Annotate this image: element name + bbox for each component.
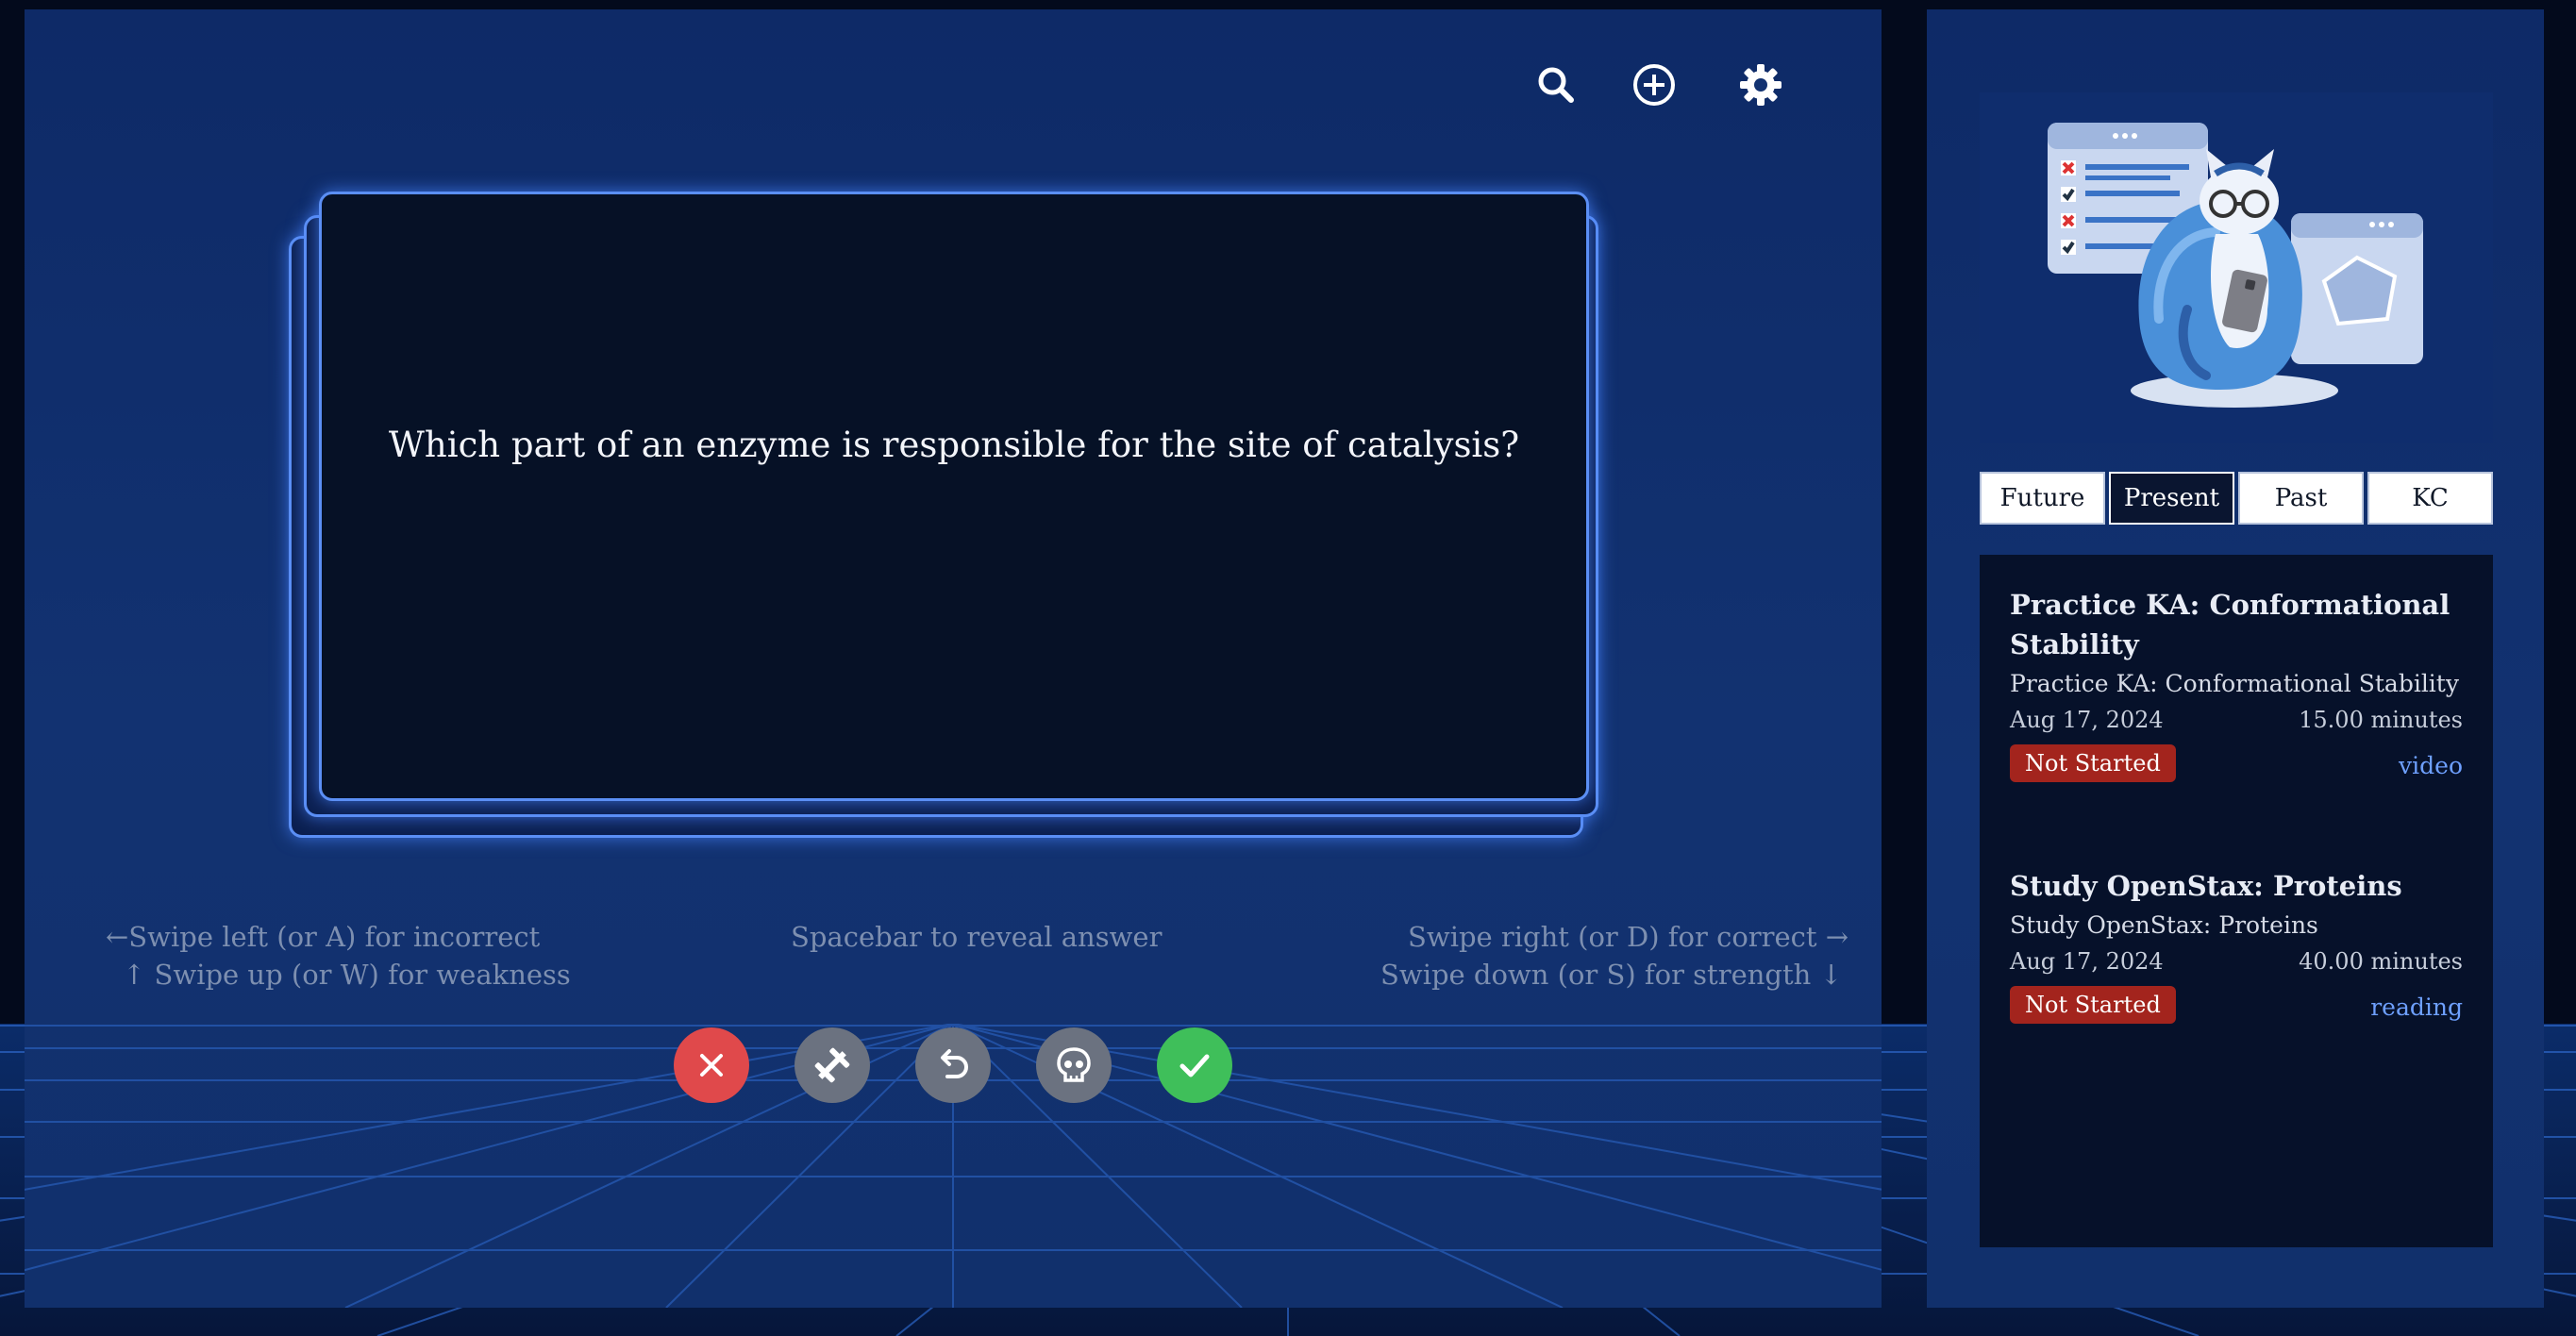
tab-future[interactable]: Future — [1980, 472, 2105, 525]
item-meta: Aug 17, 2024 15.00 minutes — [2010, 707, 2463, 733]
status-badge: Not Started — [2010, 744, 2176, 782]
card-question: Which part of an enzyme is responsible f… — [388, 424, 1520, 465]
item-subtitle: Practice KA: Conformational Stability — [2010, 670, 2459, 697]
undo-icon — [941, 1049, 968, 1078]
item-type-link[interactable]: video — [2399, 752, 2463, 779]
item-title: Study OpenStax: Proteins — [2010, 870, 2402, 902]
item-title: Practice KA: Conformational Stability — [2010, 589, 2451, 660]
hint-swipe-right: Swipe right (or D) for correct → — [1408, 921, 1849, 953]
hint-spacebar: Spacebar to reveal answer — [791, 921, 1163, 953]
status-badge: Not Started — [2010, 986, 2176, 1024]
item-meta: Aug 17, 2024 40.00 minutes — [2010, 948, 2463, 975]
tab-present[interactable]: Present — [2109, 472, 2234, 525]
add-circle-icon[interactable] — [1631, 61, 1678, 109]
task-list: Practice KA: Conformational Stability Pr… — [1980, 555, 2493, 1247]
item-duration: 15.00 minutes — [2299, 707, 2463, 733]
skull-icon — [1057, 1047, 1091, 1082]
schedule-sidebar: Future Present Past KC Practice KA: Conf… — [1927, 9, 2544, 1308]
tab-past[interactable]: Past — [2238, 472, 2364, 525]
item-subtitle: Study OpenStax: Proteins — [2010, 911, 2318, 939]
hint-swipe-left: ←Swipe left (or A) for incorrect — [106, 921, 541, 953]
weakness-button[interactable] — [795, 1027, 870, 1103]
item-date: Aug 17, 2024 — [2010, 948, 2164, 975]
close-icon — [700, 1054, 723, 1077]
flashcard-panel: Which part of an enzyme is responsible f… — [25, 9, 1882, 1308]
study-cat-illustration — [1980, 92, 2493, 443]
dumbbell-icon — [814, 1047, 850, 1083]
gear-icon[interactable] — [1737, 61, 1784, 109]
item-type-link[interactable]: reading — [2370, 994, 2463, 1021]
list-item[interactable]: Study OpenStax: Proteins Study OpenStax:… — [2010, 866, 2463, 1029]
incorrect-button[interactable] — [674, 1027, 749, 1103]
flashcard-front[interactable]: Which part of an enzyme is responsible f… — [319, 192, 1589, 801]
item-date: Aug 17, 2024 — [2010, 707, 2164, 733]
undo-button[interactable] — [915, 1027, 991, 1103]
list-item[interactable]: Practice KA: Conformational Stability Pr… — [2010, 585, 2463, 788]
time-tabs: Future Present Past KC — [1980, 472, 2493, 525]
correct-button[interactable] — [1157, 1027, 1232, 1103]
check-icon — [1179, 1054, 1210, 1077]
skull-button[interactable] — [1036, 1027, 1112, 1103]
search-icon[interactable] — [1532, 61, 1580, 109]
hint-swipe-down: Swipe down (or S) for strength ↓ — [1380, 959, 1843, 991]
hint-swipe-up: ↑ Swipe up (or W) for weakness — [123, 959, 571, 991]
item-duration: 40.00 minutes — [2299, 948, 2463, 975]
tab-kc[interactable]: KC — [2367, 472, 2493, 525]
